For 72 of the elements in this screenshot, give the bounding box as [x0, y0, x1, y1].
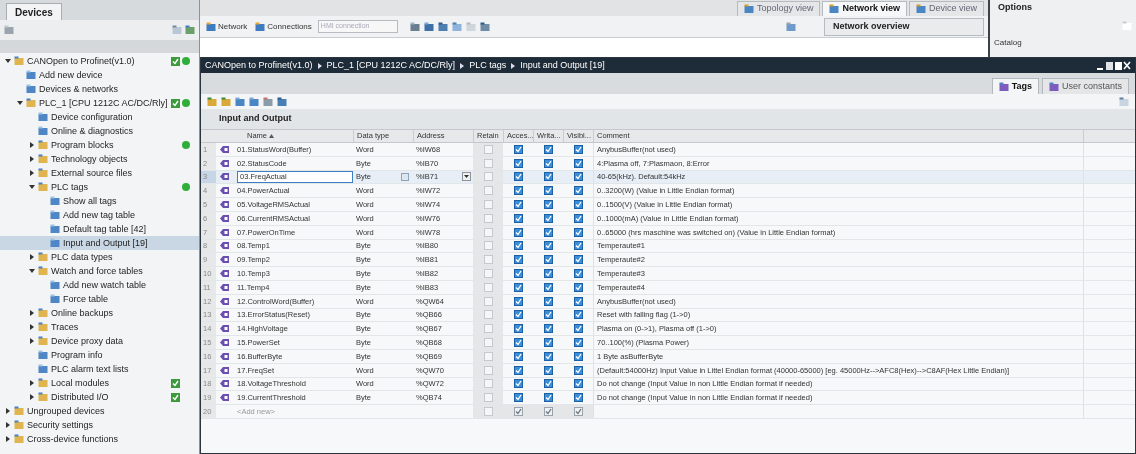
tree-row[interactable]: Device configuration	[0, 110, 199, 124]
tree-row[interactable]: Local modules	[0, 376, 199, 390]
tree-row[interactable]: Traces	[0, 320, 199, 334]
breadcrumb-item[interactable]: PLC_1 [CPU 1212C AC/DC/Rly]	[326, 58, 456, 73]
tree-item[interactable]: Device configuration	[51, 112, 133, 122]
tree-item[interactable]: Force table	[63, 294, 109, 304]
tree-row[interactable]: Input and Output [19]	[0, 236, 199, 250]
tree-item[interactable]: Technology objects	[51, 154, 128, 164]
tree-item[interactable]: PLC tags	[51, 182, 89, 192]
tree-item[interactable]: Devices & networks	[39, 84, 119, 94]
view-tab[interactable]: Topology view	[736, 1, 821, 16]
tree-item[interactable]: Show all tags	[63, 196, 117, 206]
tree-item[interactable]: Traces	[51, 322, 79, 332]
tree-row[interactable]: Program blocks	[0, 138, 199, 152]
tree-row[interactable]: Program info	[0, 348, 199, 362]
panel-title: Options	[997, 1, 1033, 15]
panel-tab[interactable]: Devices	[6, 3, 62, 20]
tree-row[interactable]: Default tag table [42]	[0, 222, 199, 236]
tree-item[interactable]: Cross-device functions	[27, 434, 119, 444]
tree-row[interactable]: Security settings	[0, 418, 199, 432]
tree-item[interactable]: Add new watch table	[63, 280, 147, 290]
tree-item[interactable]: Watch and force tables	[51, 266, 143, 276]
editor-tab[interactable]: Tags	[991, 78, 1039, 94]
tree-row[interactable]: Distributed I/O	[0, 390, 199, 404]
tree-row[interactable]: Add new device	[0, 68, 199, 82]
tree-row[interactable]: CANOpen to Profinet(v1.0)	[0, 54, 199, 68]
tree-item[interactable]: Local modules	[51, 378, 110, 388]
view-tab[interactable]: Device view	[909, 1, 984, 16]
tree-row[interactable]: Online backups	[0, 306, 199, 320]
tree-item[interactable]: External source files	[51, 168, 133, 178]
tree-item[interactable]: Online & diagnostics	[51, 126, 134, 136]
table-title: Input and Output	[219, 112, 292, 126]
tree-item[interactable]: Program info	[51, 350, 103, 360]
toolbar-button[interactable]: Connections	[253, 20, 314, 33]
tree-row[interactable]: PLC_1 [CPU 1212C AC/DC/Rly]	[0, 96, 199, 110]
editor-tab[interactable]: User constants	[1041, 78, 1129, 94]
tree-item[interactable]: Add new device	[39, 70, 103, 80]
tree-item[interactable]: Program blocks	[51, 140, 114, 150]
tree-row[interactable]: Add new watch table	[0, 278, 199, 292]
network-overview-tab[interactable]: Network overview	[824, 17, 984, 36]
tree-item[interactable]: Input and Output [19]	[63, 238, 148, 248]
tree-item[interactable]: Ungrouped devices	[27, 406, 105, 416]
tree-item[interactable]: PLC alarm text lists	[51, 364, 129, 374]
tree-item[interactable]: PLC data types	[51, 252, 113, 262]
tree-row[interactable]: Force table	[0, 292, 199, 306]
breadcrumb-item[interactable]: PLC tags	[469, 58, 507, 73]
tree-row[interactable]: Ungrouped devices	[0, 404, 199, 418]
tree-row[interactable]: Device proxy data	[0, 334, 199, 348]
tree-item[interactable]: Distributed I/O	[51, 392, 109, 402]
breadcrumb-item[interactable]: CANOpen to Profinet(v1.0)	[205, 58, 313, 73]
tree-item[interactable]: Add new tag table	[63, 210, 136, 220]
tree-row[interactable]: Devices & networks	[0, 82, 199, 96]
tree-row[interactable]: External source files	[0, 166, 199, 180]
view-tab[interactable]: Network view	[822, 1, 907, 16]
catalog-section[interactable]: Catalog	[990, 36, 1136, 50]
tree-row[interactable]: Show all tags	[0, 194, 199, 208]
tree-item[interactable]: Security settings	[27, 420, 94, 430]
tree-item[interactable]: Default tag table [42]	[63, 224, 147, 234]
tree-row[interactable]: Add new tag table	[0, 208, 199, 222]
tree-row[interactable]: PLC alarm text lists	[0, 362, 199, 376]
tree-row[interactable]: PLC tags	[0, 180, 199, 194]
tree-item[interactable]: Device proxy data	[51, 336, 124, 346]
tree-row[interactable]: Online & diagnostics	[0, 124, 199, 138]
tree-row[interactable]: Cross-device functions	[0, 432, 199, 446]
tree-row[interactable]: Technology objects	[0, 152, 199, 166]
tree-row[interactable]: Watch and force tables	[0, 264, 199, 278]
tree-item[interactable]: CANOpen to Profinet(v1.0)	[27, 56, 135, 66]
tree-item[interactable]: PLC_1 [CPU 1212C AC/DC/Rly]	[39, 98, 168, 108]
tree-item[interactable]: Online backups	[51, 308, 114, 318]
toolbar-button[interactable]: Network	[204, 20, 250, 33]
breadcrumb-item[interactable]: Input and Output [19]	[520, 58, 605, 73]
tree-row[interactable]: PLC data types	[0, 250, 199, 264]
